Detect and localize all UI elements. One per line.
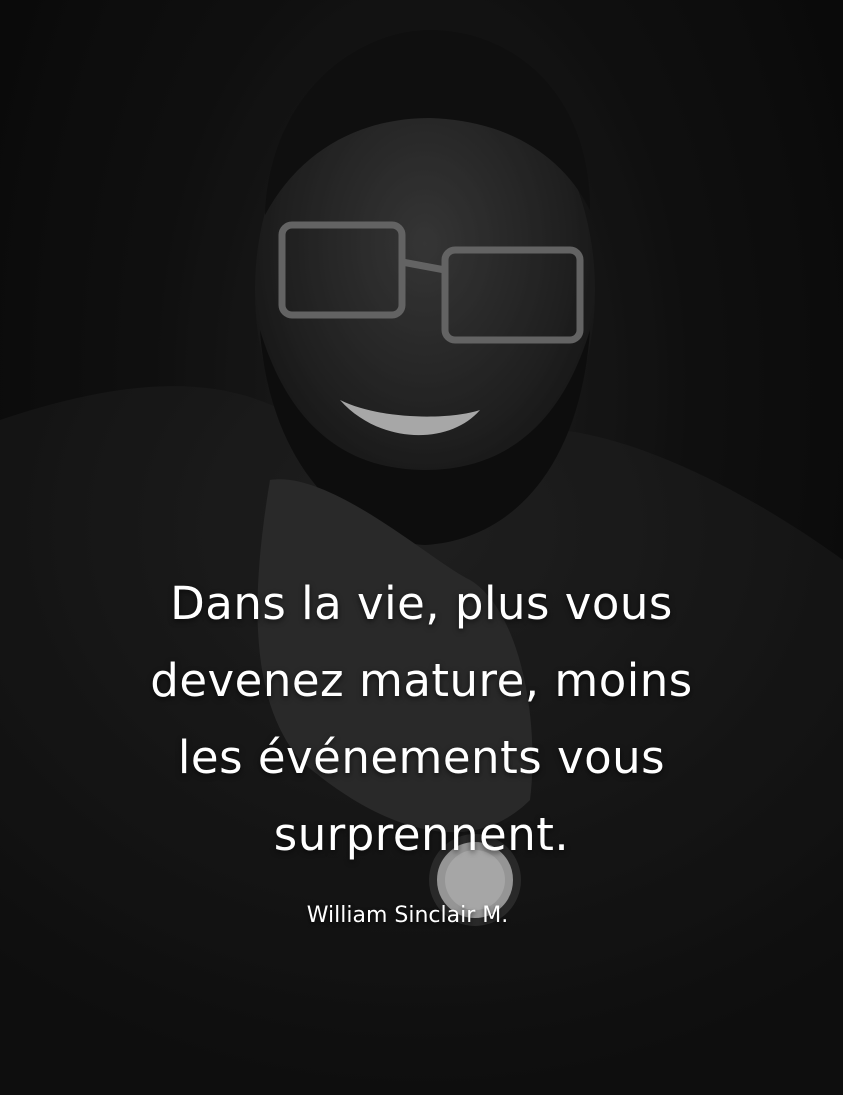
quote-text: Dans la vie, plus vous devenez mature, m…	[60, 565, 783, 873]
quote-card: Dans la vie, plus vous devenez mature, m…	[0, 0, 843, 1095]
quote-author: William Sinclair M.	[306, 903, 509, 928]
dark-overlay	[0, 0, 843, 1095]
quote-line: surprennent.	[273, 808, 570, 861]
quote-line: les événements vous	[177, 731, 666, 784]
quote-line: Dans la vie, plus vous	[170, 577, 673, 630]
quote-line: devenez mature, moins	[150, 654, 693, 707]
